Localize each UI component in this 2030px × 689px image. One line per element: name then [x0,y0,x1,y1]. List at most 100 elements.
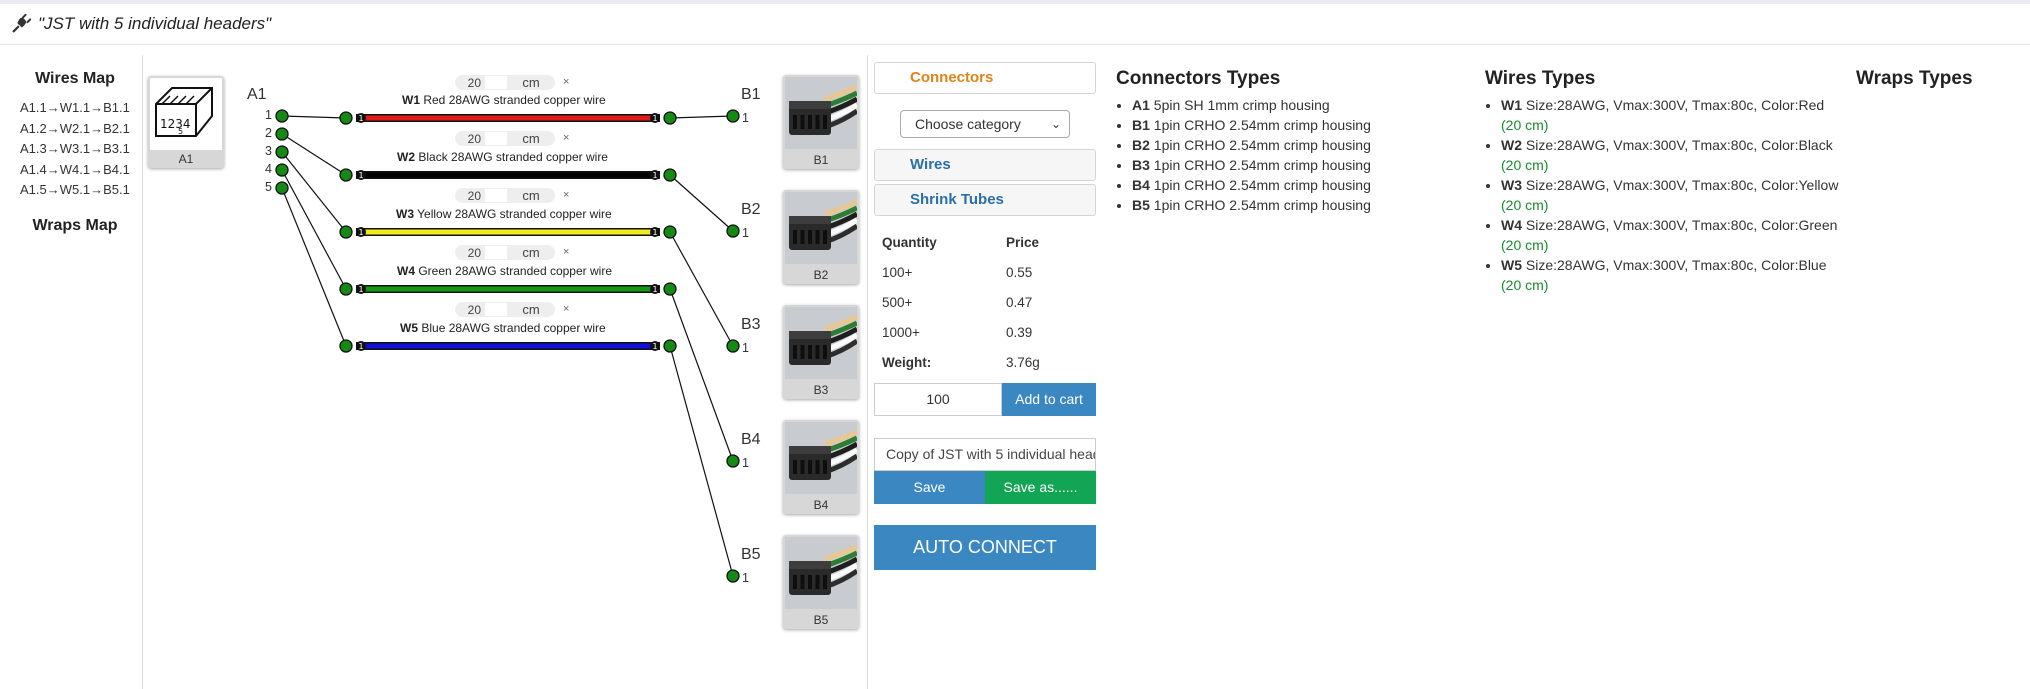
wire-length-unit: cm [522,75,540,90]
wire-end-pin-label: 1 [652,114,657,123]
save-as-button[interactable]: Save as...... [985,471,1096,504]
category-select[interactable]: Choose category ⌄ [900,110,1070,138]
harness-diagram[interactable]: 1 1 1 1 1 1 1 1 1 1 1234 5 A1 A1 1 2 3 4 5 20 cm ×… [142,55,867,689]
wraps-types-heading: Wraps Types [1856,68,1973,89]
weight-value: 3.76g [1006,355,1040,370]
wire-terminal[interactable] [339,282,353,296]
connector-b4[interactable]: B4 [783,420,859,514]
wire-end-pin-label: 1 [652,285,657,294]
connector-b3[interactable]: B3 [783,305,859,399]
remove-length-icon[interactable]: × [563,76,569,88]
wire-terminal[interactable] [663,225,677,239]
wire-w1-length-control[interactable]: 20 cm [455,75,555,90]
b5-pin-label: 1 [742,571,749,585]
remove-length-icon[interactable]: × [563,303,569,315]
quantity-input[interactable]: 100 [874,383,1002,416]
top-border [0,0,2030,4]
connector-type-item: A1 5pin SH 1mm crimp housing [1132,95,1466,115]
a1-pin-terminal[interactable] [275,127,289,141]
wire-terminal[interactable] [339,225,353,239]
wire-length-unit: cm [522,245,540,260]
wire-w4-length-control[interactable]: 20 cm [455,245,555,260]
connector-b5[interactable]: B5 [783,535,859,629]
price-header-price: Price [1006,235,1040,250]
crimp-housing-icon [785,537,857,609]
wire-terminal[interactable] [663,168,677,182]
connector-b2[interactable]: B2 [783,190,859,284]
wire-length-value[interactable]: 20 [455,246,485,260]
wire-w5[interactable] [358,343,658,349]
a1-pin-terminal[interactable] [275,181,289,195]
wire-w1-label: W1 Red 28AWG stranded copper wire [402,93,606,107]
wire-w2[interactable] [358,172,658,178]
connector-type-item: B2 1pin CRHO 2.54mm crimp housing [1132,135,1466,155]
wire-end-pin-label: 1 [358,285,363,294]
wire-w2-length-control[interactable]: 20 cm [455,131,555,146]
b-pin-terminal[interactable] [726,454,740,468]
remove-length-icon[interactable]: × [563,132,569,144]
wire-end-pin-label: 1 [652,342,657,351]
wire-length-value[interactable]: 20 [455,76,485,90]
b1-pin-label: 1 [742,111,749,125]
a1-pin-terminal[interactable] [275,163,289,177]
connector-a1-label: A1 [247,86,267,103]
connector-b5-caption: B5 [813,613,829,627]
plug-icon [12,13,32,33]
crimp-housing-icon [785,422,857,494]
connector-type-item: B4 1pin CRHO 2.54mm crimp housing [1132,175,1466,195]
wire-length-value[interactable]: 20 [455,132,485,146]
wire-end-pin-label: 1 [358,171,363,180]
wire-length-unit: cm [522,188,540,203]
page-title: "JST with 5 individual headers" [10,12,271,36]
connector-b5-label: B5 [741,546,761,563]
wire-w1[interactable] [358,115,658,121]
remove-length-icon[interactable]: × [563,246,569,258]
wire-terminal[interactable] [663,282,677,296]
wires-types-section: Wires Types W1 Size:28AWG, Vmax:300V, Tm… [1485,68,1847,295]
maps-column: Wires Map A1.1→W1.1→B1.1 A1.2→W2.1→B2.1 … [0,55,142,235]
accordion-wires[interactable]: Wires [874,149,1096,181]
crimp-housing-icon [785,307,857,379]
auto-connect-button[interactable]: AUTO CONNECT [874,525,1096,570]
b-pin-terminal[interactable] [726,569,740,583]
wire-w5-length-control[interactable]: 20 cm [455,302,555,317]
connector-b1[interactable]: B1 [783,75,859,169]
jst-housing-icon: 1234 5 [155,87,213,137]
add-to-cart-button[interactable]: Add to cart [1002,383,1096,416]
connector-b2-image [785,192,857,264]
wire-terminal[interactable] [663,339,677,353]
wires-map-item: A1.2→W2.1→B2.1 [20,120,130,136]
wire-length-value[interactable]: 20 [455,303,485,317]
connector-type-item: B3 1pin CRHO 2.54mm crimp housing [1132,155,1466,175]
wires-types-heading: Wires Types [1485,68,1596,89]
project-name-input[interactable]: Copy of JST with 5 individual headers [874,438,1096,471]
accordion-connectors[interactable]: Connectors [874,62,1096,94]
b-pin-terminal[interactable] [726,339,740,353]
b-pin-terminal[interactable] [726,109,740,123]
wire-w3-label: W3 Yellow 28AWG stranded copper wire [396,207,612,221]
connection-line [281,151,347,233]
connection-line [669,231,734,347]
wire-terminal[interactable] [339,168,353,182]
svg-text:1234: 1234 [160,117,191,131]
wire-w4[interactable] [358,286,658,292]
wires-map-item: A1.4→W4.1→B4.1 [20,161,130,177]
wire-terminal[interactable] [339,339,353,353]
wire-w3[interactable] [358,229,658,235]
remove-length-icon[interactable]: × [563,189,569,201]
wire-w3-length-control[interactable]: 20 cm [455,188,555,203]
connector-a1[interactable]: 1234 5 A1 [148,76,224,168]
connector-b1-caption: B1 [813,153,829,167]
b-pin-terminal[interactable] [726,224,740,238]
a1-pin-terminal[interactable] [275,145,289,159]
wire-terminal[interactable] [663,111,677,125]
price-value: 0.55 [1006,265,1033,280]
wire-terminal[interactable] [339,111,353,125]
wire-end-pin-label: 1 [358,114,363,123]
accordion-shrink-tubes[interactable]: Shrink Tubes [874,184,1096,216]
wire-length-value[interactable]: 20 [455,189,485,203]
a1-pin-terminal[interactable] [275,109,289,123]
wire-length-unit: cm [522,131,540,146]
save-button[interactable]: Save [874,471,985,504]
wire-type-item: W1 Size:28AWG, Vmax:300V, Tmax:80c, Colo… [1501,95,1847,135]
